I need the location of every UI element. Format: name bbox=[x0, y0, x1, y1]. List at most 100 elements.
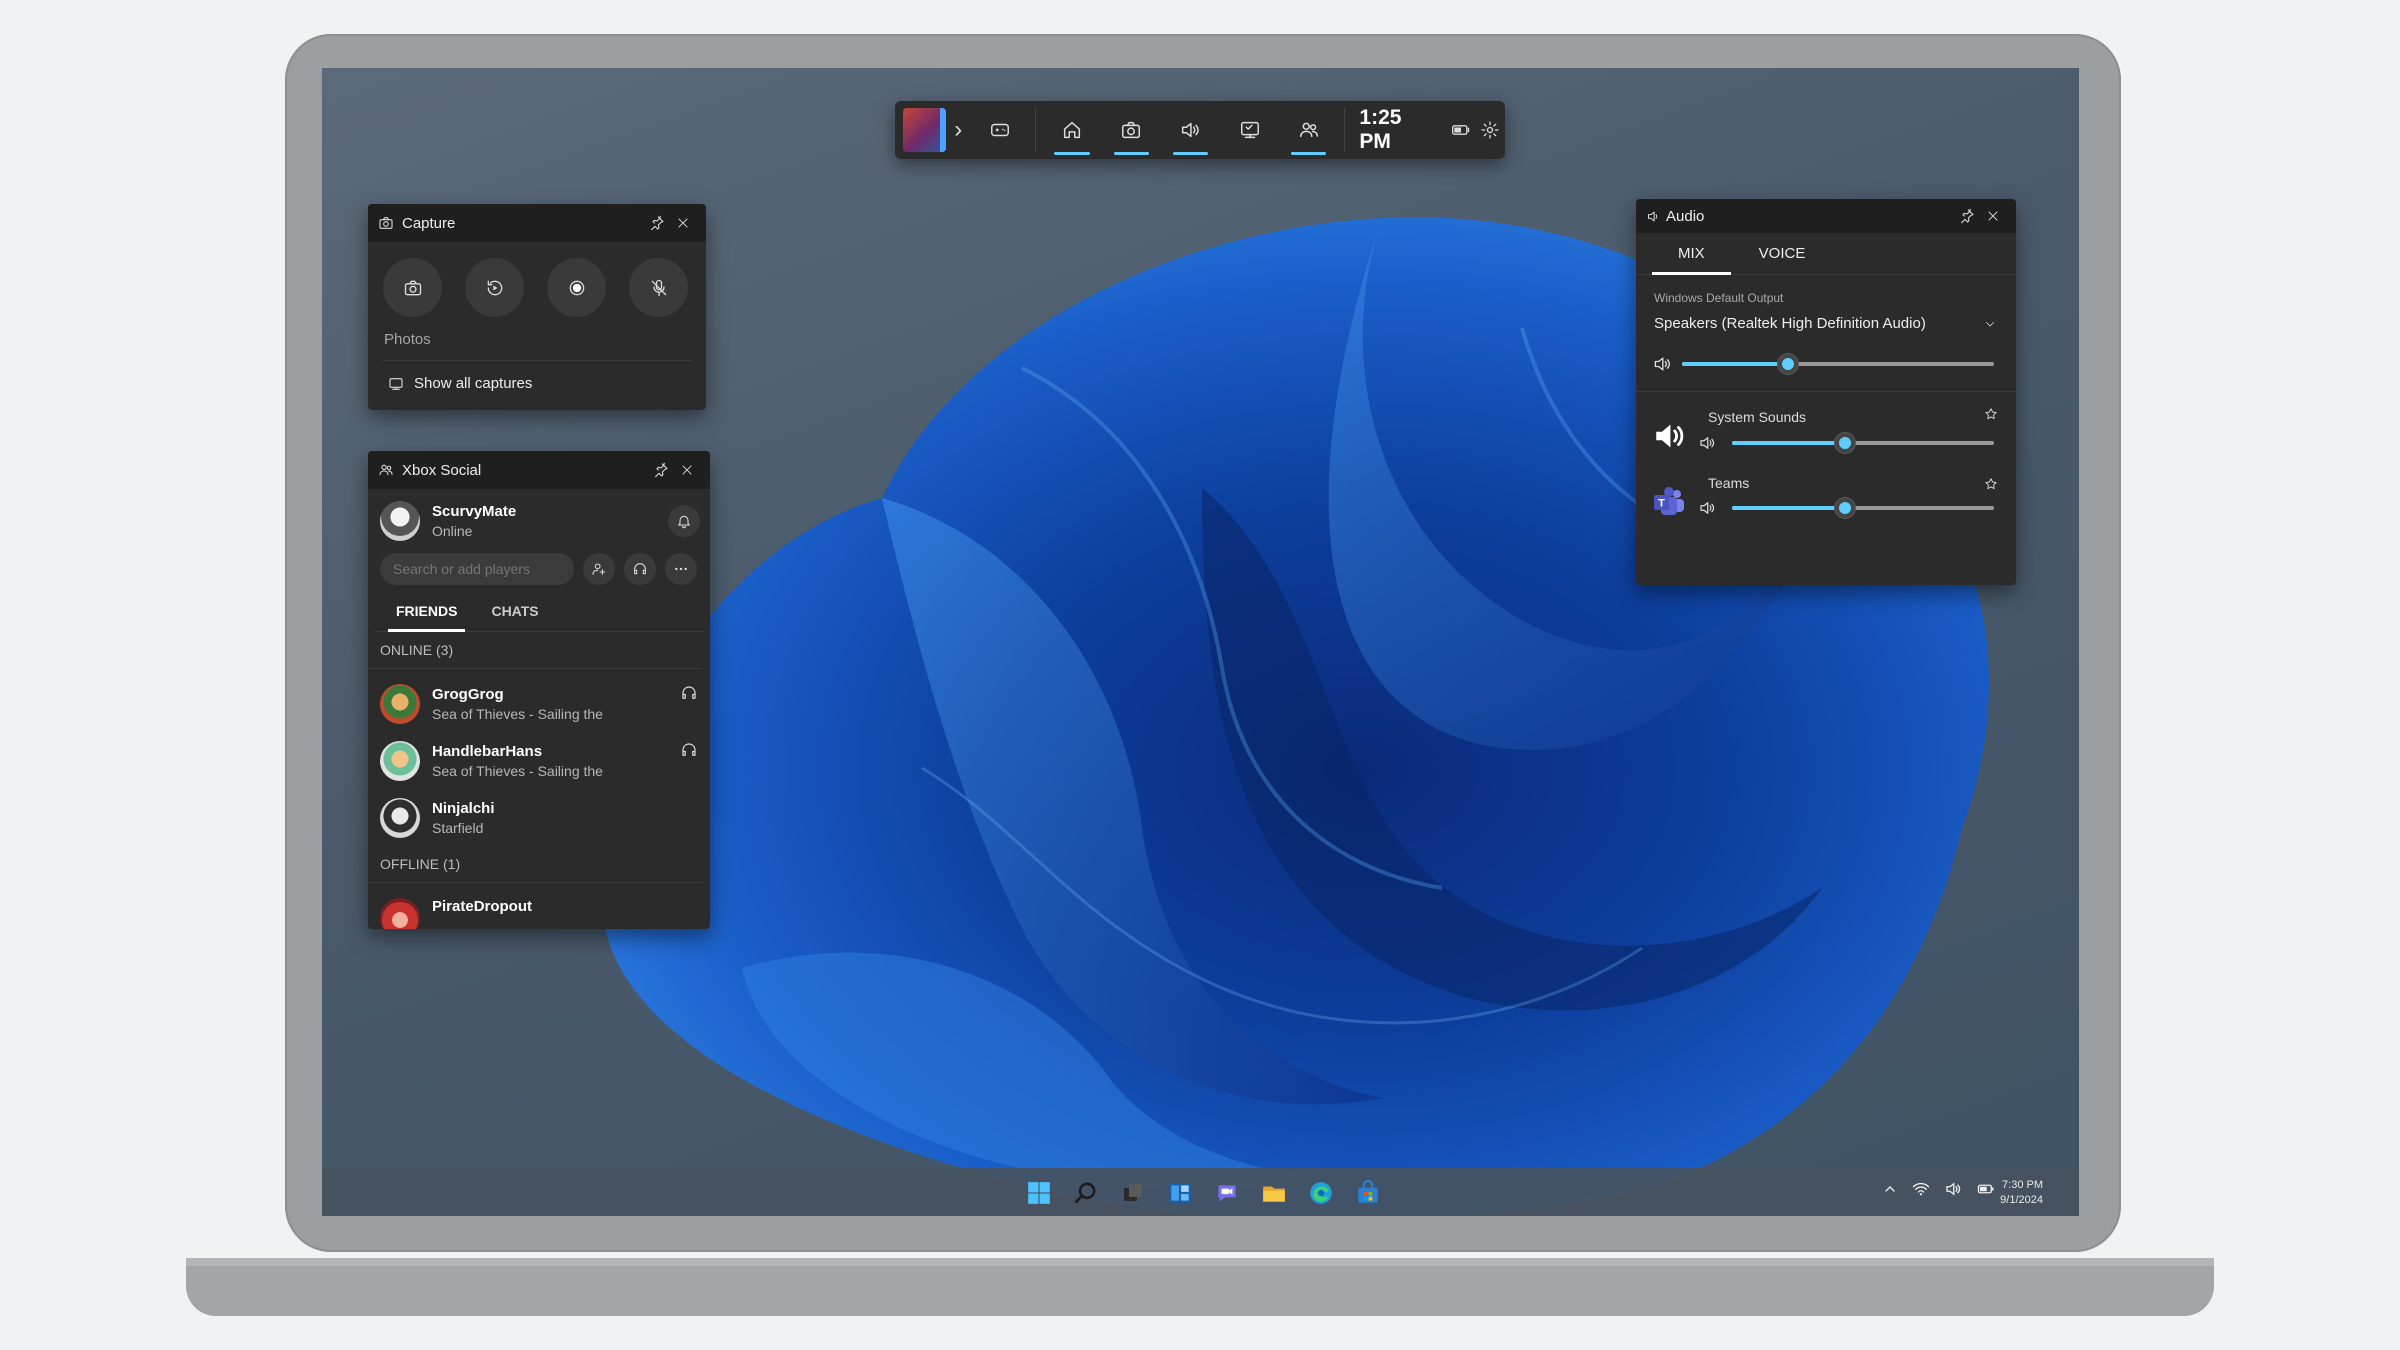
gamebar-social-button[interactable] bbox=[1279, 101, 1338, 159]
search-players-input[interactable] bbox=[380, 553, 574, 585]
speaker-icon[interactable] bbox=[1698, 434, 1716, 452]
pin-button[interactable] bbox=[644, 210, 670, 236]
friend-name: HandlebarHans bbox=[432, 743, 543, 760]
slider-fill bbox=[1732, 441, 1845, 445]
svg-text:T: T bbox=[1658, 498, 1665, 510]
app-name: Teams bbox=[1708, 475, 1750, 491]
capture-header: Capture bbox=[368, 204, 706, 242]
output-device-label: Speakers (Realtek High Definition Audio) bbox=[1654, 315, 1926, 332]
start-party-button[interactable] bbox=[624, 553, 656, 585]
close-button[interactable] bbox=[670, 210, 696, 236]
app-volume-slider[interactable] bbox=[1732, 498, 1994, 518]
master-volume-slider[interactable] bbox=[1682, 354, 1994, 374]
friend-item[interactable]: Ninjalchi Starfield bbox=[368, 783, 710, 840]
slider-thumb[interactable] bbox=[1778, 354, 1799, 374]
speaker-icon bbox=[1182, 122, 1200, 138]
wifi-icon[interactable] bbox=[1912, 1180, 1930, 1198]
close-button[interactable] bbox=[674, 457, 700, 483]
system-tray bbox=[1882, 1180, 1996, 1198]
avatar bbox=[380, 897, 420, 929]
capture-widget: Capture Photos Show all captures bbox=[368, 204, 706, 410]
gamebar: › 1:25 PM bbox=[895, 101, 1505, 159]
screenshot-button[interactable] bbox=[383, 258, 442, 317]
chevron-down-icon bbox=[1986, 321, 1994, 326]
notifications-button[interactable] bbox=[668, 505, 700, 537]
edge-icon[interactable] bbox=[1302, 1174, 1340, 1212]
chevron-right-icon[interactable]: › bbox=[946, 116, 970, 144]
app-volume-row: System Sounds bbox=[1636, 392, 2016, 468]
pin-button[interactable] bbox=[1954, 203, 1980, 229]
speaker-icon[interactable] bbox=[1698, 499, 1716, 517]
friend-item[interactable]: HandlebarHans Sea of Thieves - Sailing t… bbox=[368, 726, 710, 783]
online-group-header[interactable]: ONLINE (3) bbox=[368, 632, 702, 669]
taskbar-date: 9/1/2024 bbox=[2000, 1194, 2043, 1206]
friend-activity: Sea of Thieves - Sailing the bbox=[432, 706, 603, 722]
chevron-up-icon[interactable] bbox=[1882, 1181, 1898, 1197]
gamebar-home-button[interactable] bbox=[1042, 101, 1101, 159]
battery-icon[interactable] bbox=[1976, 1180, 1996, 1198]
current-game-thumbnail[interactable] bbox=[903, 108, 947, 152]
star-icon bbox=[1985, 478, 1997, 490]
volume-icon[interactable] bbox=[1944, 1180, 1962, 1198]
favorite-button[interactable] bbox=[1984, 477, 1998, 496]
avatar[interactable] bbox=[380, 501, 420, 541]
file-explorer-icon[interactable] bbox=[1255, 1174, 1293, 1212]
gamebar-gallery-button[interactable] bbox=[1220, 101, 1279, 159]
taskbar-time: 7:30 PM bbox=[2002, 1179, 2043, 1191]
friend-activity: Sea of Thieves - Sailing the bbox=[432, 763, 603, 779]
more-options-button[interactable] bbox=[665, 553, 697, 585]
gamebar-performance-button[interactable] bbox=[970, 101, 1029, 159]
gamebar-capture-button[interactable] bbox=[1102, 101, 1161, 159]
output-caption: Windows Default Output bbox=[1654, 291, 1784, 305]
audio-widget: Audio MIX VOICE Windows Default Output S… bbox=[1636, 199, 2016, 585]
record-last-button[interactable] bbox=[465, 258, 524, 317]
show-all-captures-label: Show all captures bbox=[414, 375, 533, 392]
taskbar: 7:30 PM 9/1/2024 bbox=[322, 1168, 2079, 1216]
pin-button[interactable] bbox=[648, 457, 674, 483]
tab-voice[interactable]: VOICE bbox=[1749, 233, 1816, 275]
gamebar-audio-button[interactable] bbox=[1161, 101, 1220, 159]
performance-icon bbox=[990, 123, 1009, 137]
store-icon[interactable] bbox=[1349, 1174, 1387, 1212]
add-friend-button[interactable] bbox=[583, 553, 615, 585]
camera-icon bbox=[1122, 121, 1141, 139]
task-view-icon[interactable] bbox=[1114, 1174, 1152, 1212]
user-status: Online bbox=[432, 523, 473, 539]
favorite-button[interactable] bbox=[1984, 407, 1998, 426]
show-all-captures-link[interactable]: Show all captures bbox=[368, 361, 706, 392]
close-button[interactable] bbox=[1980, 203, 2006, 229]
capture-title: Capture bbox=[402, 214, 456, 232]
tab-mix[interactable]: MIX bbox=[1652, 233, 1731, 275]
taskbar-clock[interactable]: 7:30 PM 9/1/2024 bbox=[2000, 1178, 2043, 1208]
star-icon bbox=[1985, 408, 1997, 420]
offline-group-header[interactable]: OFFLINE (1) bbox=[368, 846, 702, 883]
mic-toggle-button[interactable] bbox=[629, 258, 688, 317]
chat-icon[interactable] bbox=[1208, 1174, 1246, 1212]
tab-chats[interactable]: CHATS bbox=[491, 603, 538, 631]
start-icon[interactable] bbox=[1020, 1174, 1058, 1212]
gamebar-separator bbox=[1344, 108, 1346, 152]
headset-icon bbox=[680, 741, 700, 764]
close-icon bbox=[1988, 211, 1998, 221]
search-icon[interactable] bbox=[1067, 1174, 1105, 1212]
gamebar-separator bbox=[1035, 108, 1037, 152]
pin-icon bbox=[655, 462, 668, 478]
slider-fill bbox=[1732, 506, 1845, 510]
slider-thumb[interactable] bbox=[1834, 433, 1855, 453]
social-tabs: FRIENDS CHATS bbox=[374, 585, 704, 632]
app-volume-row-controls bbox=[1698, 498, 1994, 518]
widgets-icon[interactable] bbox=[1161, 1174, 1199, 1212]
gamebar-settings-button[interactable] bbox=[1475, 101, 1505, 159]
audio-header: Audio bbox=[1636, 199, 2016, 233]
output-device-dropdown[interactable]: Speakers (Realtek High Definition Audio) bbox=[1636, 305, 2016, 332]
close-icon bbox=[682, 465, 692, 475]
teams-icon: T bbox=[1651, 484, 1687, 520]
friend-item[interactable]: GrogGrog Sea of Thieves - Sailing the bbox=[368, 669, 710, 726]
close-icon bbox=[678, 218, 688, 228]
app-volume-slider[interactable] bbox=[1732, 433, 1994, 453]
slider-thumb[interactable] bbox=[1834, 498, 1855, 518]
tab-friends[interactable]: FRIENDS bbox=[388, 603, 466, 632]
start-recording-button[interactable] bbox=[547, 258, 606, 317]
friend-item[interactable]: PirateDropout bbox=[368, 883, 710, 929]
speaker-icon[interactable] bbox=[1652, 354, 1672, 374]
